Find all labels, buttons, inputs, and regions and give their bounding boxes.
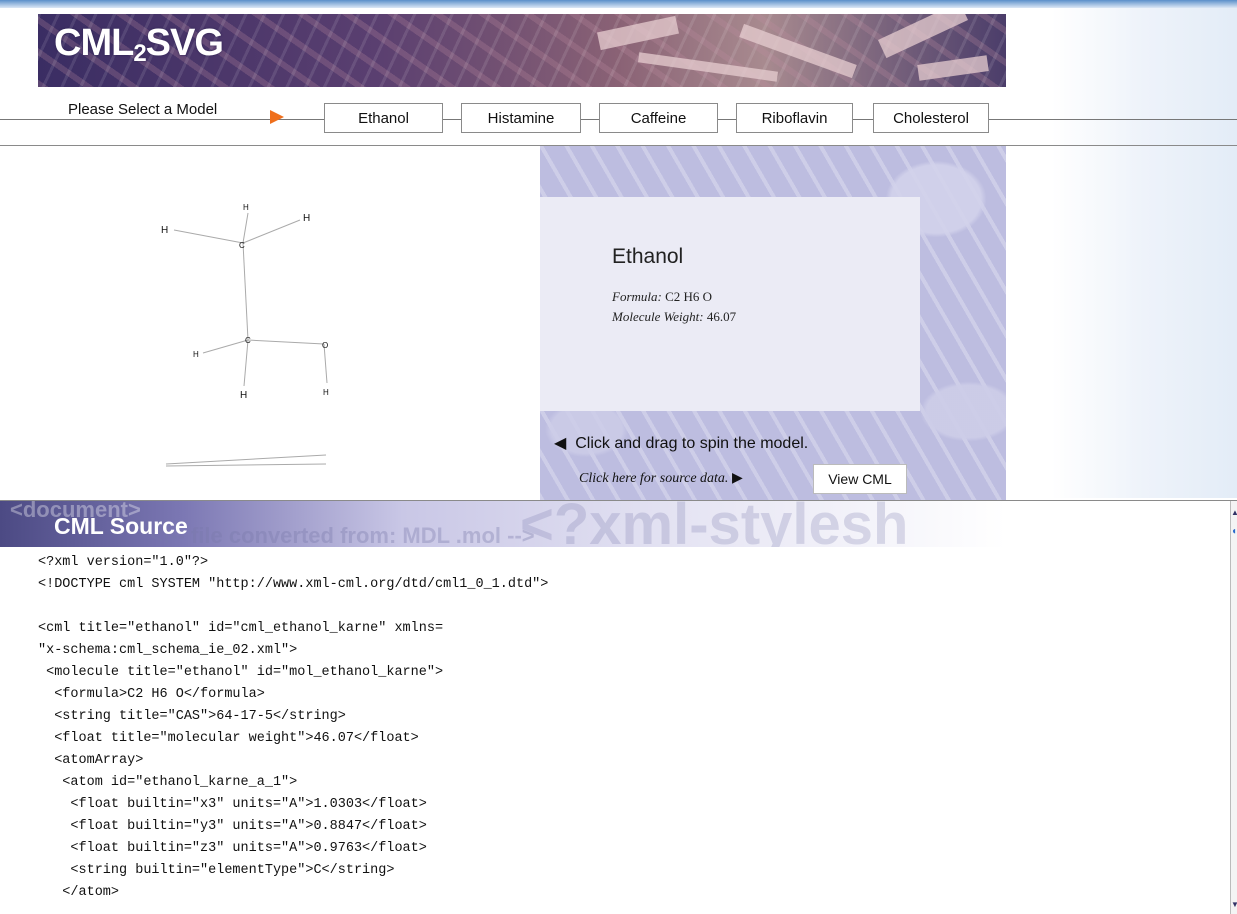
right-background <box>1005 8 1237 498</box>
arrow-right-icon <box>270 110 284 124</box>
banner-decoration <box>597 15 679 51</box>
view-cml-button[interactable]: View CML <box>813 464 907 494</box>
cml-source-title: CML Source <box>54 513 188 539</box>
atom-label: H <box>323 388 329 397</box>
arrow-left-icon: ◀ <box>554 435 567 452</box>
header-watermark: <?xml-stylesh <box>520 501 909 547</box>
code-line: "x-schema:cml_schema_ie_02.xml"> <box>38 643 298 658</box>
atom-label: H <box>243 203 249 212</box>
atom-label: C <box>245 336 251 345</box>
formula-label: Formula: <box>612 289 662 304</box>
molecule-viewer[interactable]: H H H C C H O H H <box>38 146 540 499</box>
header-watermark: <!-- file converted from: MDL .mol --> <box>150 523 535 547</box>
banner-decoration <box>637 52 779 82</box>
model-button-histamine[interactable]: Histamine <box>461 103 581 133</box>
banner-decoration <box>877 14 969 59</box>
scroll-marker-icon: ◖ <box>1231 526 1237 537</box>
code-line: <!DOCTYPE cml SYSTEM "http://www.xml-cml… <box>38 577 549 592</box>
molecule-info-box <box>540 197 920 411</box>
spin-hint-text: Click and drag to spin the model. <box>575 435 809 452</box>
banner-decoration <box>917 55 989 81</box>
arrow-right-icon: ▶ <box>731 471 743 486</box>
atom-label: H <box>303 213 310 224</box>
atom-label: H <box>193 350 199 359</box>
scroll-down-icon[interactable]: ▼ <box>1231 900 1237 909</box>
vertical-scrollbar[interactable] <box>1230 501 1237 914</box>
code-line: <molecule title="ethanol" id="mol_ethano… <box>38 665 444 680</box>
atom-label: H <box>240 390 247 401</box>
code-line: <float title="molecular weight">46.07</f… <box>38 731 419 746</box>
logo-subscript: 2 <box>133 40 146 67</box>
source-prompt: Click here for source data. ▶ <box>579 470 743 487</box>
logo-text: CML <box>54 22 134 64</box>
code-line: <string builtin="elementType">C</string> <box>38 863 395 878</box>
formula-value: C2 H6 O <box>665 289 713 304</box>
code-line: <?xml version="1.0"?> <box>38 555 209 570</box>
spin-hint: ◀ Click and drag to spin the model. <box>554 433 808 453</box>
code-line: </atom> <box>38 885 120 900</box>
code-line: <atom id="ethanol_karne_a_1"> <box>38 775 298 790</box>
scroll-up-icon[interactable]: ▲ <box>1231 508 1237 517</box>
logo-text-tail: SVG <box>145 22 224 64</box>
code-line: <float builtin="y3" units="A">0.8847</fl… <box>38 819 427 834</box>
molecule-name: Ethanol <box>612 245 684 268</box>
code-line: <float builtin="x3" units="A">1.0303</fl… <box>38 797 427 812</box>
model-button-riboflavin[interactable]: Riboflavin <box>736 103 853 133</box>
model-select-prompt: Please Select a Model <box>68 101 218 118</box>
app-logo: CML2SVG <box>54 22 224 68</box>
code-line: <float builtin="z3" units="A">0.9763</fl… <box>38 841 427 856</box>
weight-row: Molecule Weight: 46.07 <box>612 309 736 325</box>
model-button-cholesterol[interactable]: Cholesterol <box>873 103 989 133</box>
atom-label: O <box>322 341 328 350</box>
atom-label: H <box>161 225 168 236</box>
source-prompt-text: Click here for source data. <box>579 471 729 486</box>
code-line: <cml title="ethanol" id="cml_ethanol_kar… <box>38 621 444 636</box>
header-banner: CML2SVG <box>38 14 1006 87</box>
formula-row: Formula: C2 H6 O <box>612 289 712 305</box>
model-button-ethanol[interactable]: Ethanol <box>324 103 443 133</box>
weight-value: 46.07 <box>706 309 737 324</box>
model-button-caffeine[interactable]: Caffeine <box>599 103 718 133</box>
atom-label: C <box>239 241 245 250</box>
cml-source-header: <document> <!-- file converted from: MDL… <box>0 501 1006 547</box>
code-line: <atomArray> <box>38 753 144 768</box>
weight-label: Molecule Weight: <box>612 309 704 324</box>
code-line: <string title="CAS">64-17-5</string> <box>38 709 346 724</box>
cml-code-view[interactable]: <?xml version="1.0"?> <!DOCTYPE cml SYST… <box>0 547 1230 914</box>
code-line: <formula>C2 H6 O</formula> <box>38 687 265 702</box>
top-border <box>0 0 1237 8</box>
